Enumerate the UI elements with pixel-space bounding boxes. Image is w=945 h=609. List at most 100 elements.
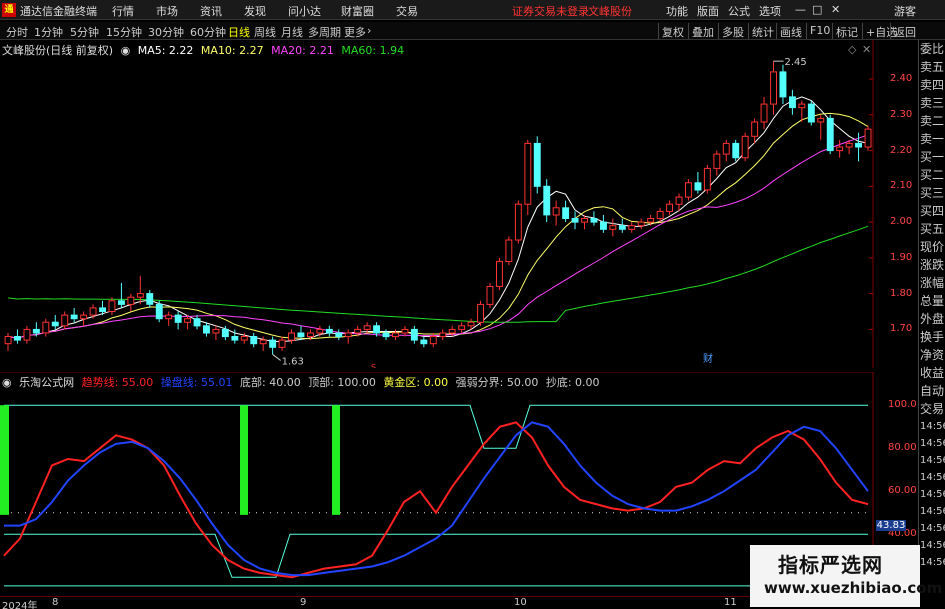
menu-item-market-list[interactable]: 市场	[156, 3, 178, 19]
menu-function[interactable]: 功能	[666, 3, 688, 19]
ma60-label: MA60: 1.94	[341, 44, 405, 57]
toolbar-multistock-button[interactable]: 多股	[718, 23, 747, 39]
menu-item-discover[interactable]: 发现	[244, 3, 266, 19]
event-marker-s: S	[371, 363, 376, 368]
quote-side-panel: 委比 卖五 卖四 卖三 卖二 卖一 买一 买二 买三 买四 买五 现价 涨跌 涨幅 总量 外盘 换手 净资 收益 自动…	[918, 40, 945, 600]
period-tab-timeshare[interactable]: 分时	[6, 24, 28, 40]
indicator-name: 乐淘公式网	[19, 376, 75, 389]
toolbar-adjust-button[interactable]: 复权	[658, 23, 687, 39]
high-price-label: 2.45	[784, 57, 806, 68]
toolbar-stats-button[interactable]: 统计	[748, 23, 777, 39]
menu-options[interactable]: 选项	[759, 3, 781, 19]
indicator-settings-icon[interactable]: ◉	[2, 376, 12, 389]
quote-field-label: 14:56	[920, 523, 945, 534]
menu-item-market[interactable]: 行情	[112, 3, 134, 19]
period-tab-15min[interactable]: 15分钟	[106, 24, 142, 40]
menu-formula[interactable]: 公式	[728, 3, 750, 19]
toolbar-mark-button[interactable]: 标记	[832, 23, 861, 39]
period-tab-more[interactable]: 更多	[344, 24, 366, 40]
price-chart[interactable]: 2.45 1.63 财 S	[0, 40, 874, 372]
period-tab-5min[interactable]: 5分钟	[70, 24, 99, 40]
candle-up	[552, 207, 560, 216]
maximize-button[interactable]: □	[812, 3, 822, 16]
candle-up	[89, 307, 97, 316]
price-axis-label: 1.70	[890, 323, 913, 335]
quote-field-label: 14:56	[920, 472, 945, 483]
golden-zone-bar	[0, 405, 9, 515]
candle-down	[297, 332, 305, 338]
candle-up	[165, 314, 173, 320]
candle-down	[193, 318, 201, 327]
toolbar-draw-button[interactable]: 画线	[776, 23, 805, 39]
menu-item-wealth[interactable]: 财富圈	[341, 3, 374, 19]
period-tab-multi[interactable]: 多周期	[308, 24, 341, 40]
candle-down	[32, 328, 40, 334]
candle-down	[335, 332, 343, 338]
quote-field-label: 买五	[920, 222, 945, 236]
indicator-axis-label: 60.00	[888, 485, 917, 497]
golden-zone-bar	[332, 405, 340, 515]
candle-down	[600, 221, 607, 230]
quote-field-label: 卖五	[920, 60, 945, 74]
x-axis-label-year: 2024年	[2, 601, 38, 609]
trade-login-notice[interactable]: 证券交易未登录	[512, 3, 589, 19]
settings-circle-icon[interactable]: ◉	[121, 44, 131, 57]
candle-up	[307, 332, 314, 338]
period-toolbar: 分时 1分钟 5分钟 15分钟 30分钟 60分钟 日线 周线 月线 多周期 更…	[0, 22, 945, 40]
ma60-line	[7, 225, 869, 323]
menu-item-ask[interactable]: 问小达	[288, 3, 321, 19]
indicator-axis-label: 80.00	[888, 442, 917, 454]
minimize-button[interactable]: —	[795, 3, 806, 16]
toolbar-f10-button[interactable]: F10	[806, 23, 833, 39]
candle-up	[108, 300, 116, 312]
indicator-param-bottom: 底部: 40.00	[240, 376, 301, 389]
candle-up	[486, 286, 494, 305]
diamond-icon[interactable]: ◇	[848, 43, 856, 56]
close-panel-icon[interactable]: ✕	[862, 43, 871, 56]
menu-item-news[interactable]: 资讯	[200, 3, 222, 19]
candle-up	[836, 146, 844, 152]
low-price-label: 1.63	[282, 356, 304, 367]
candle-up	[401, 328, 409, 334]
watermark-url: www.xuezhibiao.com	[764, 579, 943, 597]
quote-field-label: 卖一	[920, 132, 945, 146]
quote-field-label: 换手	[920, 330, 945, 344]
price-axis-label: 1.90	[890, 251, 913, 263]
ma10-label: MA10: 2.27	[200, 44, 264, 57]
indicator-param-operate: 操盘线: 55.01	[160, 376, 233, 389]
price-chart-panel[interactable]: 2.45 1.63 财 S 文峰股份(日线 前复权) ◉ MA5: 2.22 MA10…	[0, 40, 874, 372]
indicator-panel[interactable]: ◉ 乐淘公式网 趋势线: 55.00 操盘线: 55.01 底部: 40.00 …	[0, 371, 874, 596]
menu-layout[interactable]: 版面	[697, 3, 719, 19]
candle-up	[581, 218, 588, 223]
price-axis-label: 2.30	[890, 108, 913, 120]
indicator-axis-label: 100.0	[888, 399, 917, 411]
period-tab-1min[interactable]: 1分钟	[34, 24, 63, 40]
close-button[interactable]: ✕	[831, 3, 840, 16]
period-tab-30min[interactable]: 30分钟	[148, 24, 184, 40]
candle-down	[420, 339, 428, 345]
candle-down	[410, 328, 418, 341]
candle-down	[99, 307, 106, 312]
period-tab-weekly[interactable]: 周线	[254, 24, 276, 40]
price-axis-label: 1.80	[890, 287, 913, 299]
candle-up	[212, 328, 220, 334]
guest-label[interactable]: 游客	[894, 3, 916, 19]
candle-down	[543, 185, 551, 216]
quote-field-label: 14:56	[920, 438, 945, 449]
candle-up	[439, 332, 447, 338]
period-tab-daily[interactable]: 日线	[228, 24, 250, 40]
menu-item-trade[interactable]: 交易	[396, 3, 418, 19]
period-tab-60min[interactable]: 60分钟	[190, 24, 226, 40]
quote-field-label: 买四	[920, 204, 945, 218]
period-tab-monthly[interactable]: 月线	[281, 24, 303, 40]
candle-up	[259, 339, 267, 345]
toolbar-overlay-button[interactable]: 叠加	[688, 23, 717, 39]
more-chevron-icon[interactable]: ›	[367, 24, 371, 37]
ma20-label: MA20: 2.21	[271, 44, 334, 57]
toolbar-back-button[interactable]: 返回	[890, 23, 919, 39]
watermark-box: 指标严选网 www.xuezhibiao.com	[750, 545, 942, 607]
candle-down	[146, 293, 154, 305]
indicator-chart[interactable]	[0, 371, 874, 596]
candle-up	[429, 336, 437, 345]
candle-down	[779, 71, 787, 98]
